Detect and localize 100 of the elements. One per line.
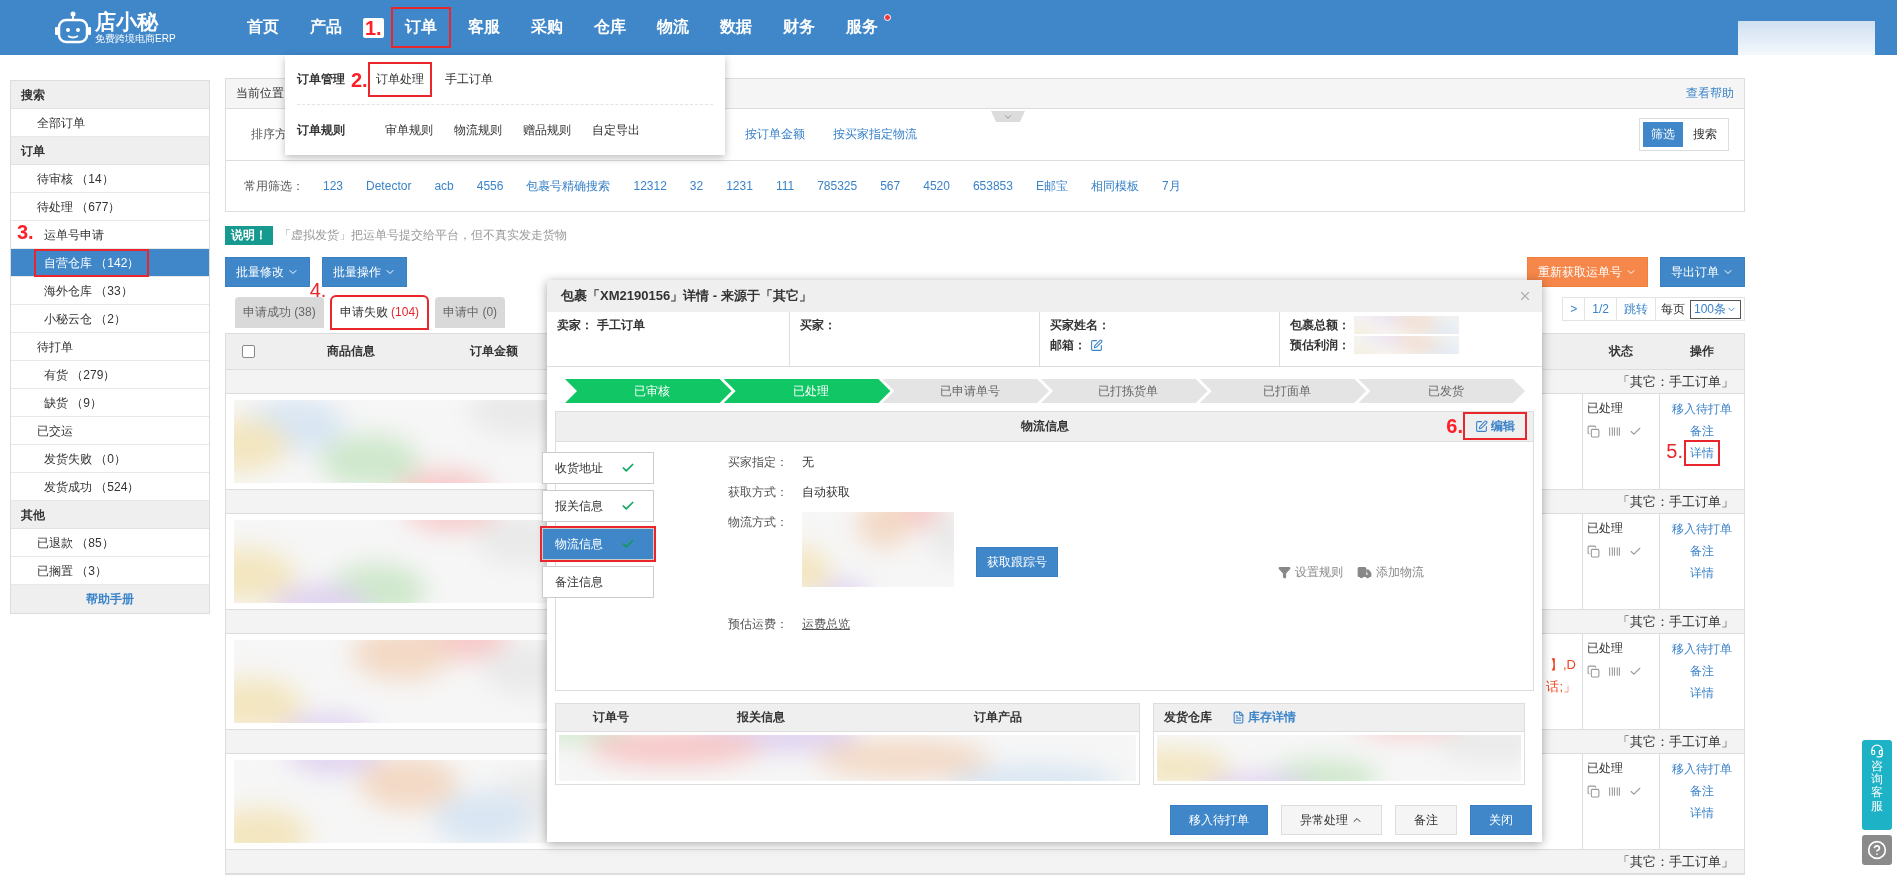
quick-filter-link[interactable]: 111 (775, 179, 795, 193)
menu-item[interactable]: 手工订单 (438, 64, 499, 95)
info-value: 手工订单 (597, 316, 645, 334)
nav-item[interactable]: 采购 (518, 9, 575, 46)
nav-item[interactable]: 客服 (455, 9, 512, 46)
order-action-link[interactable]: 详情 (1686, 802, 1718, 824)
per-page-select[interactable]: 100条 (1689, 299, 1741, 319)
close-icon[interactable] (1518, 289, 1532, 303)
info-label: 买家： (800, 316, 836, 334)
sort-option[interactable]: 按买家指定物流 (833, 126, 917, 143)
jump-link[interactable]: 跳转 (1616, 298, 1656, 320)
quick-filter-link[interactable]: 1231 (726, 179, 753, 193)
sidebar-section-title: 搜索 (11, 81, 209, 109)
collapse-tab[interactable] (991, 111, 1025, 122)
quick-filter-link[interactable]: 7月 (1162, 177, 1181, 195)
status-tab[interactable]: 申请失败 (104) (331, 297, 428, 328)
help-link[interactable]: 查看帮助 (1686, 85, 1734, 102)
quick-filter-link[interactable]: 12312 (633, 179, 667, 193)
quick-filter-link[interactable]: 567 (880, 179, 901, 193)
edit-link[interactable]: 编辑 (1465, 414, 1525, 438)
help-manual-link[interactable]: 帮助手册 (11, 585, 209, 613)
quick-filter-link[interactable]: Detector (366, 179, 412, 193)
nav-item[interactable]: 物流 (644, 9, 701, 46)
order-action-link[interactable]: 备注 (1686, 780, 1718, 802)
column-header: 发货仓库 (1164, 709, 1212, 726)
copy-icon[interactable] (1587, 785, 1600, 798)
order-action-link[interactable]: 详情 (1686, 562, 1718, 584)
page-number[interactable]: 1/2 (1585, 298, 1617, 320)
next-page-link[interactable]: > (1563, 298, 1586, 320)
copy-icon[interactable] (1587, 545, 1600, 558)
order-action-link[interactable]: 详情 (1686, 442, 1718, 464)
menu-item[interactable]: 物流规则 (448, 114, 508, 146)
detail-tab[interactable]: 报关信息 (542, 490, 654, 522)
check-icon[interactable] (1629, 545, 1642, 558)
check-icon[interactable] (1629, 425, 1642, 438)
detail-tab[interactable]: 物流信息 (542, 528, 654, 560)
order-action-link[interactable]: 备注 (1686, 420, 1718, 442)
barcode-icon[interactable] (1608, 425, 1621, 438)
nav-item[interactable]: 首页 (235, 9, 291, 46)
dialog-button[interactable]: 备注 (1395, 805, 1457, 835)
bulk-action-button[interactable]: 批量操作 (322, 257, 407, 287)
get-tracking-button[interactable]: 获取跟踪号 (976, 547, 1058, 577)
nav-item[interactable]: 订单 (392, 9, 449, 46)
quick-filter-link[interactable]: 包裹号精确搜索 (526, 177, 611, 195)
quick-filter-link[interactable]: 4520 (923, 179, 950, 193)
order-action-link[interactable]: 移入待打单 (1668, 758, 1736, 780)
per-page-label: 每页 (1659, 300, 1686, 318)
dialog-button[interactable]: 异常处理 (1281, 805, 1382, 835)
menu-item[interactable]: 审单规则 (379, 114, 439, 146)
detail-tab[interactable]: 备注信息 (542, 566, 654, 598)
barcode-icon[interactable] (1608, 545, 1621, 558)
info-label: 卖家： (557, 316, 593, 334)
bulk-action-button[interactable]: 批量修改 (225, 257, 310, 287)
nav-item[interactable]: 财务 (770, 9, 827, 46)
quick-filter-link[interactable]: acb (434, 179, 454, 193)
panel-title: 物流信息 (1020, 418, 1069, 435)
sort-option[interactable]: 按订单金额 (745, 126, 805, 143)
select-all-checkbox[interactable] (242, 345, 255, 358)
check-icon[interactable] (1629, 665, 1642, 678)
sidebar-item[interactable]: 自营仓库 （142） (11, 249, 209, 277)
action-button[interactable]: 重新获取运单号 (1527, 257, 1648, 287)
copy-icon[interactable] (1587, 665, 1600, 678)
status-tab[interactable]: 申请成功 (38) (235, 297, 324, 328)
stock-detail-link[interactable]: 库存详情 (1232, 709, 1296, 726)
order-action-link[interactable]: 详情 (1686, 682, 1718, 704)
nav-item[interactable]: 服务 (833, 9, 890, 46)
toggle-button[interactable]: 筛选 (1643, 122, 1683, 147)
detail-tab[interactable]: 收货地址 (542, 452, 654, 484)
menu-item[interactable]: 订单处理 (369, 64, 430, 95)
quick-filter-link[interactable]: 653853 (972, 179, 1013, 193)
nav-item[interactable]: 数据 (707, 9, 764, 46)
quick-filter-link[interactable]: 123 (323, 179, 344, 193)
order-action-link[interactable]: 移入待打单 (1668, 518, 1736, 540)
consult-service-button[interactable]: 咨询客服 (1862, 740, 1892, 830)
action-button[interactable]: 导出订单 (1660, 257, 1745, 287)
check-icon[interactable] (1629, 785, 1642, 798)
sidebar-section-title: 订单 (11, 137, 209, 165)
quick-filter-link[interactable]: E邮宝 (1035, 177, 1068, 195)
edit-icon[interactable] (1090, 338, 1103, 352)
quick-filter-link[interactable]: 4556 (476, 179, 504, 193)
help-button[interactable] (1862, 835, 1892, 865)
order-action-link[interactable]: 备注 (1686, 660, 1718, 682)
order-note: 话;」 (1546, 678, 1576, 696)
menu-item[interactable]: 自定导出 (586, 114, 646, 146)
order-action-link[interactable]: 移入待打单 (1668, 398, 1736, 420)
dialog-button[interactable]: 关闭 (1470, 805, 1532, 835)
barcode-icon[interactable] (1608, 785, 1621, 798)
quick-filter-link[interactable]: 相同模板 (1091, 177, 1139, 195)
order-action-link[interactable]: 移入待打单 (1668, 638, 1736, 660)
nav-item[interactable]: 产品 (298, 9, 354, 46)
menu-item[interactable]: 赠品规则 (517, 114, 577, 146)
status-tab[interactable]: 申请中 (0) (435, 297, 506, 328)
quick-filter-link[interactable]: 785325 (817, 179, 858, 193)
copy-icon[interactable] (1587, 425, 1600, 438)
order-action-link[interactable]: 备注 (1686, 540, 1718, 562)
barcode-icon[interactable] (1608, 665, 1621, 678)
quick-filter-link[interactable]: 32 (689, 179, 704, 193)
nav-item[interactable]: 仓库 (581, 9, 638, 46)
freight-overview-link[interactable]: 运费总览 (802, 614, 850, 634)
dialog-button[interactable]: 移入待打单 (1170, 805, 1268, 835)
